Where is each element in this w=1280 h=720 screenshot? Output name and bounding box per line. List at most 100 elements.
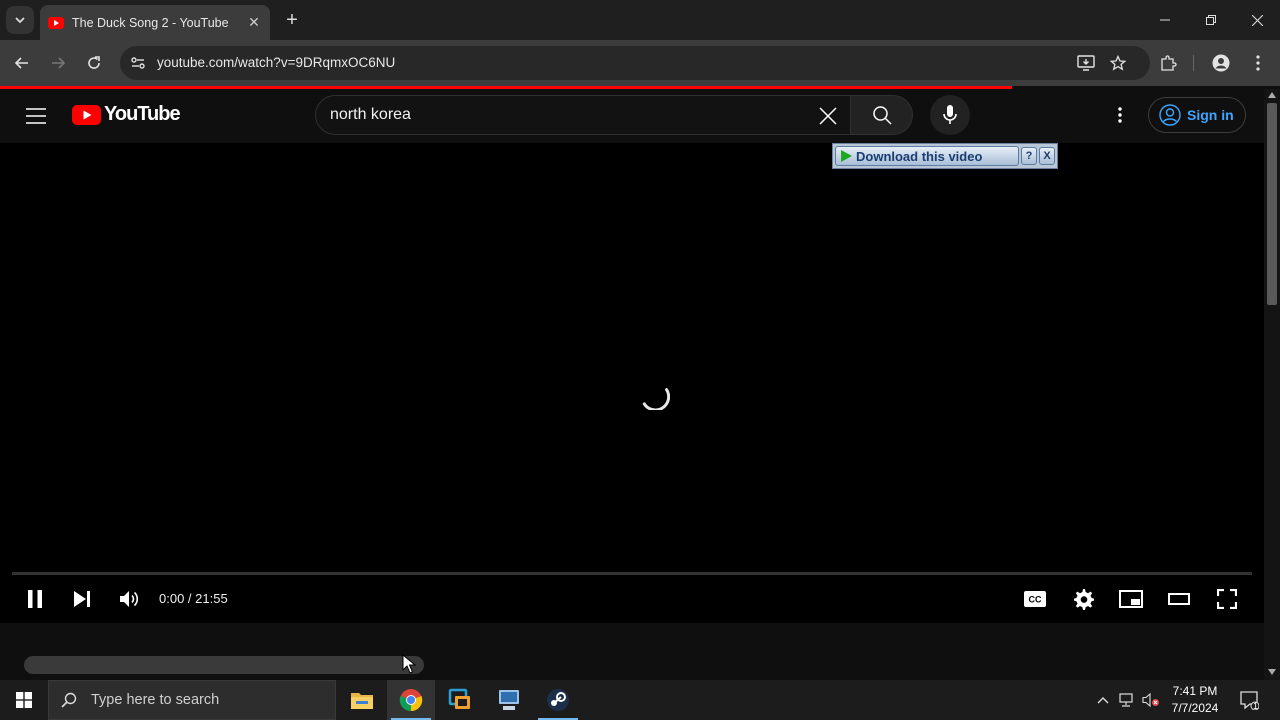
theater-mode-button[interactable] bbox=[1164, 584, 1194, 614]
sign-in-button[interactable]: Sign in bbox=[1148, 97, 1246, 133]
network-tool-app[interactable] bbox=[485, 680, 533, 720]
restore-icon bbox=[1206, 15, 1216, 25]
download-help-button[interactable]: ? bbox=[1021, 147, 1037, 165]
subtitles-button[interactable]: CC bbox=[1020, 584, 1050, 614]
pause-button[interactable] bbox=[20, 584, 50, 614]
chrome-menu-button[interactable] bbox=[1244, 49, 1272, 77]
tab-search-button[interactable] bbox=[6, 6, 34, 34]
browser-toolbar: youtube.com/watch?v=9DRqmxOC6NU bbox=[0, 40, 1280, 86]
loading-spinner-icon bbox=[642, 388, 670, 410]
skip-next-icon bbox=[74, 591, 90, 607]
notification-center-button[interactable]: 1 bbox=[1236, 680, 1262, 720]
volume-tray-button[interactable] bbox=[1140, 680, 1162, 720]
computer-network-icon bbox=[499, 690, 519, 710]
puzzle-icon bbox=[1161, 55, 1177, 71]
clear-search-button[interactable] bbox=[812, 100, 844, 132]
chevron-down-icon bbox=[15, 17, 25, 24]
volume-muted-icon bbox=[1142, 693, 1159, 707]
horizontal-scroll-thumb[interactable] bbox=[24, 656, 424, 674]
mouse-cursor-icon bbox=[402, 654, 416, 674]
remote-app[interactable] bbox=[436, 680, 484, 720]
download-video-button[interactable]: Download this video bbox=[835, 146, 1019, 166]
tab-close-icon[interactable]: ✕ bbox=[246, 14, 262, 31]
network-tray-button[interactable] bbox=[1116, 680, 1138, 720]
page-scrollbar-thumb[interactable] bbox=[1267, 103, 1277, 305]
chrome-app[interactable] bbox=[387, 680, 435, 720]
restore-button[interactable] bbox=[1188, 0, 1234, 40]
search-button[interactable] bbox=[851, 95, 913, 135]
tab-title: The Duck Song 2 - YouTube bbox=[72, 15, 229, 30]
chrome-icon bbox=[399, 689, 423, 712]
page-scrollbar[interactable] bbox=[1264, 89, 1280, 680]
start-button[interactable] bbox=[0, 680, 48, 720]
download-video-label: Download this video bbox=[856, 148, 983, 164]
download-video-toolbar: Download this video ? X bbox=[832, 143, 1058, 169]
microphone-icon bbox=[943, 105, 957, 124]
install-app-icon[interactable] bbox=[1074, 51, 1098, 75]
miniplayer-icon bbox=[1119, 590, 1143, 608]
file-explorer-app[interactable] bbox=[338, 680, 386, 720]
profile-button[interactable] bbox=[1207, 49, 1235, 77]
toolbar-divider bbox=[1193, 55, 1194, 71]
chevron-up-icon bbox=[1097, 697, 1109, 704]
fullscreen-button[interactable] bbox=[1212, 584, 1242, 614]
player-settings-button[interactable] bbox=[1068, 584, 1098, 614]
close-window-button[interactable] bbox=[1234, 0, 1280, 40]
search-icon bbox=[61, 692, 77, 708]
taskbar-clock[interactable]: 7:41 PM 7/7/2024 bbox=[1166, 683, 1224, 717]
miniplayer-button[interactable] bbox=[1116, 584, 1146, 614]
mute-button[interactable] bbox=[114, 584, 144, 614]
video-time-display: 0:00 / 21:55 bbox=[159, 591, 228, 606]
minimize-button[interactable] bbox=[1142, 0, 1188, 40]
show-hidden-icons-button[interactable] bbox=[1094, 680, 1112, 720]
bookmark-star-icon[interactable] bbox=[1106, 51, 1130, 75]
arrow-left-icon bbox=[14, 57, 28, 69]
close-icon bbox=[819, 107, 837, 125]
voice-search-button[interactable] bbox=[930, 95, 970, 135]
search-input[interactable]: north korea bbox=[315, 95, 851, 135]
reload-button[interactable] bbox=[80, 49, 108, 77]
youtube-header: YouTube north korea Sign in bbox=[0, 89, 1264, 143]
close-icon bbox=[1251, 14, 1263, 26]
sign-in-label: Sign in bbox=[1187, 107, 1234, 123]
browser-tabstrip: The Duck Song 2 - YouTube ✕ + bbox=[0, 0, 1280, 40]
back-button[interactable] bbox=[8, 49, 36, 77]
youtube-logo-icon bbox=[72, 104, 101, 125]
guide-menu-button[interactable] bbox=[20, 102, 52, 130]
taskbar-search-box[interactable]: Type here to search bbox=[48, 680, 336, 720]
fullscreen-icon bbox=[1217, 589, 1237, 609]
more-vertical-icon bbox=[1256, 55, 1260, 71]
youtube-logo[interactable]: YouTube bbox=[72, 103, 181, 126]
volume-icon bbox=[120, 591, 139, 607]
next-video-button[interactable] bbox=[67, 584, 97, 614]
theater-mode-icon bbox=[1168, 593, 1190, 605]
clock-time: 7:41 PM bbox=[1172, 684, 1218, 698]
steam-app[interactable] bbox=[534, 680, 582, 720]
search-query: north korea bbox=[330, 106, 411, 123]
folder-icon bbox=[351, 693, 373, 709]
extensions-button[interactable] bbox=[1154, 49, 1182, 77]
notification-count: 1 bbox=[1253, 701, 1259, 711]
download-close-button[interactable]: X bbox=[1039, 147, 1055, 165]
url-text: youtube.com/watch?v=9DRqmxOC6NU bbox=[157, 55, 396, 70]
scroll-down-icon[interactable] bbox=[1268, 669, 1276, 675]
hamburger-icon bbox=[26, 108, 46, 124]
minimize-icon bbox=[1160, 19, 1170, 21]
address-bar[interactable]: youtube.com/watch?v=9DRqmxOC6NU bbox=[120, 46, 1150, 80]
video-progress-bar[interactable] bbox=[12, 572, 1252, 575]
browser-tab[interactable]: The Duck Song 2 - YouTube ✕ bbox=[40, 5, 270, 40]
taskbar-search-placeholder: Type here to search bbox=[91, 692, 220, 708]
windows-logo-icon bbox=[16, 692, 32, 708]
settings-menu-button[interactable] bbox=[1104, 99, 1136, 131]
arrow-right-icon bbox=[52, 57, 66, 69]
clock-date: 7/7/2024 bbox=[1171, 701, 1219, 715]
site-info-icon[interactable] bbox=[126, 51, 150, 75]
scroll-up-icon[interactable] bbox=[1268, 92, 1276, 98]
new-tab-button[interactable]: + bbox=[280, 8, 304, 32]
forward-button[interactable] bbox=[44, 49, 72, 77]
network-icon bbox=[1119, 693, 1133, 707]
video-player[interactable] bbox=[0, 143, 1264, 623]
search-icon bbox=[872, 106, 892, 125]
account-circle-icon bbox=[1159, 104, 1181, 126]
pause-icon bbox=[28, 590, 42, 608]
